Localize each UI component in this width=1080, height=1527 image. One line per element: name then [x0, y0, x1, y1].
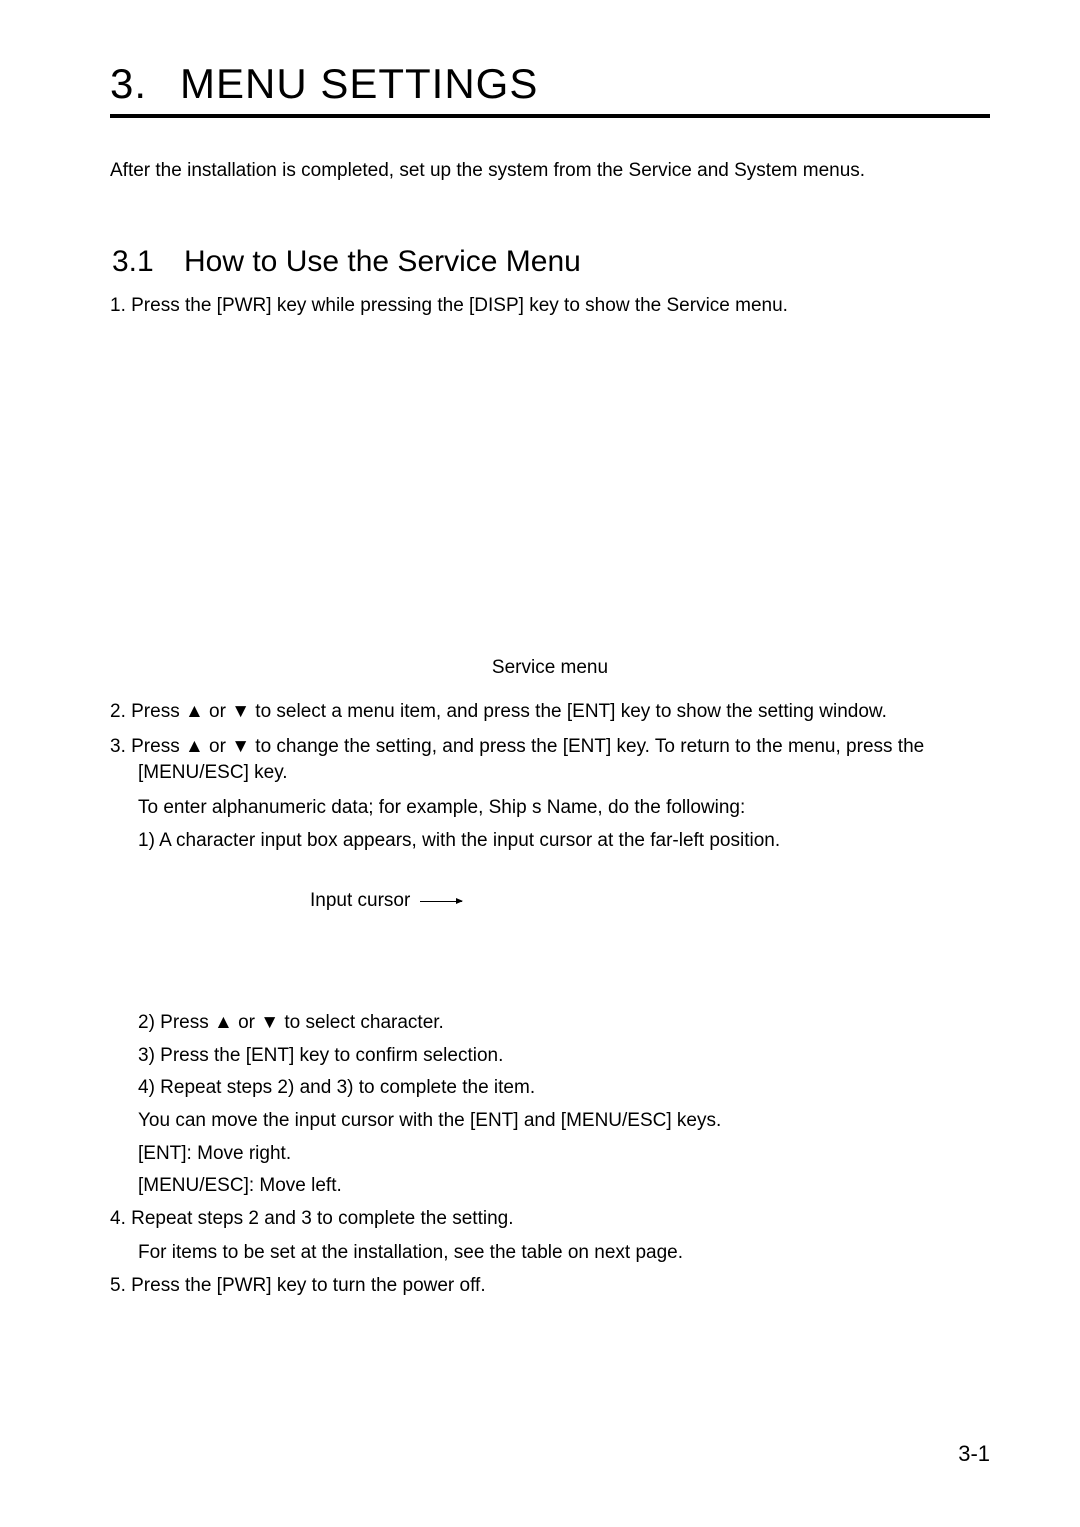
chapter-number: 3.	[110, 60, 180, 108]
section-number: 3.1	[112, 245, 184, 279]
chapter-title: 3.MENU SETTINGS	[110, 60, 990, 108]
step-1: 1. Press the [PWR] key while pressing th…	[110, 293, 990, 320]
step-3-sub-3: 3) Press the [ENT] key to confirm select…	[110, 1043, 990, 1070]
step-4-note: For items to be set at the installation,…	[110, 1240, 990, 1267]
arrow-right-icon	[420, 901, 462, 902]
step-3-note: To enter alphanumeric data; for example,…	[110, 795, 990, 822]
page: 3.MENU SETTINGS After the installation i…	[0, 0, 1080, 1527]
figure-caption-service-menu: Service menu	[110, 657, 990, 679]
intro-text: After the installation is completed, set…	[110, 158, 990, 185]
figure-placeholder-input-cursor: Input cursor	[110, 860, 990, 1010]
step-3-sub-4: 4) Repeat steps 2) and 3) to complete th…	[110, 1075, 990, 1102]
figure-placeholder-service-menu	[110, 327, 990, 657]
step-3-note-4: [MENU/ESC]: Move left.	[110, 1173, 990, 1200]
step-2: 2. Press ▲ or ▼ to select a menu item, a…	[110, 699, 990, 726]
step-3-note-3: [ENT]: Move right.	[110, 1141, 990, 1168]
section-title-text: How to Use the Service Menu	[184, 245, 581, 278]
step-3-sub-2: 2) Press ▲ or ▼ to select character.	[110, 1010, 990, 1037]
step-3: 3. Press ▲ or ▼ to change the setting, a…	[110, 734, 990, 787]
chapter-title-text: MENU SETTINGS	[180, 60, 538, 107]
step-4: 4. Repeat steps 2 and 3 to complete the …	[110, 1206, 990, 1233]
input-cursor-label: Input cursor	[310, 890, 462, 912]
step-3-note-2: You can move the input cursor with the […	[110, 1108, 990, 1135]
step-5: 5. Press the [PWR] key to turn the power…	[110, 1273, 990, 1300]
section-title: 3.1How to Use the Service Menu	[112, 245, 990, 279]
step-3-sub-1: 1) A character input box appears, with t…	[110, 828, 990, 855]
chapter-rule	[110, 114, 990, 118]
page-number: 3-1	[958, 1441, 990, 1467]
input-cursor-text: Input cursor	[310, 890, 410, 912]
